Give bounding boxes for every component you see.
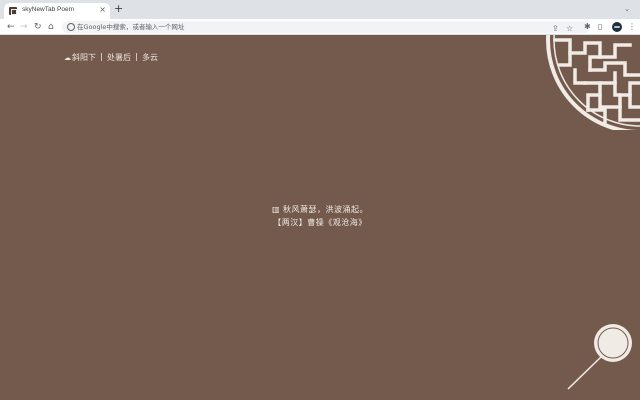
tab-search-icon[interactable]: ⌄ [624,5,630,13]
divider [136,53,137,61]
share-icon[interactable]: ⇪ [552,23,559,35]
reload-icon[interactable]: ↻ [34,20,42,34]
google-icon [67,23,75,31]
tab-strip: skyNewTab Poem × + ⌄ [0,0,640,19]
cloud-icon: ☁ [64,54,71,62]
search-icon[interactable] [560,320,640,400]
omnibox-input[interactable] [77,21,477,33]
browser-toolbar: ← → ↻ ⌂ ⇪ ☆ ✱ ▯ ⋮ [0,19,640,35]
new-tab-button[interactable]: + [114,3,123,15]
divider [101,53,102,61]
side-panel-icon[interactable]: ▯ [598,21,602,33]
lattice-window-ornament [546,35,640,130]
extensions-icon[interactable]: ✱ [584,21,591,33]
poem-source: 【两汉】曹操《观沧海》 [273,218,367,227]
weather-bar: ☁斜阳下 处暑后 多云 [64,52,158,63]
close-icon[interactable]: × [99,5,106,15]
weather-location: 斜阳下 [72,53,96,62]
favicon-icon [9,7,17,15]
back-icon[interactable]: ← [7,20,15,34]
address-bar[interactable]: ⇪ ☆ [62,21,590,33]
poem-text: 秋风萧瑟，洪波涌起。 [283,205,369,214]
menu-icon[interactable]: ⋮ [628,21,636,33]
profile-avatar[interactable] [612,22,622,32]
poem-block: ▥ 秋风萧瑟，洪波涌起。 【两汉】曹操《观沧海》 [0,204,640,228]
browser-tab[interactable]: skyNewTab Poem × [4,3,110,19]
poem-line: ▥ 秋风萧瑟，洪波涌起。 [0,204,640,215]
poem-mark-icon: ▥ [271,205,284,214]
tab-title: skyNewTab Poem [22,6,75,13]
home-icon[interactable]: ⌂ [48,20,54,34]
weather-condition: 多云 [142,53,158,62]
bookmark-star-icon[interactable]: ☆ [566,23,573,35]
weather-time: 处暑后 [107,53,131,62]
forward-icon[interactable]: → [20,20,28,34]
